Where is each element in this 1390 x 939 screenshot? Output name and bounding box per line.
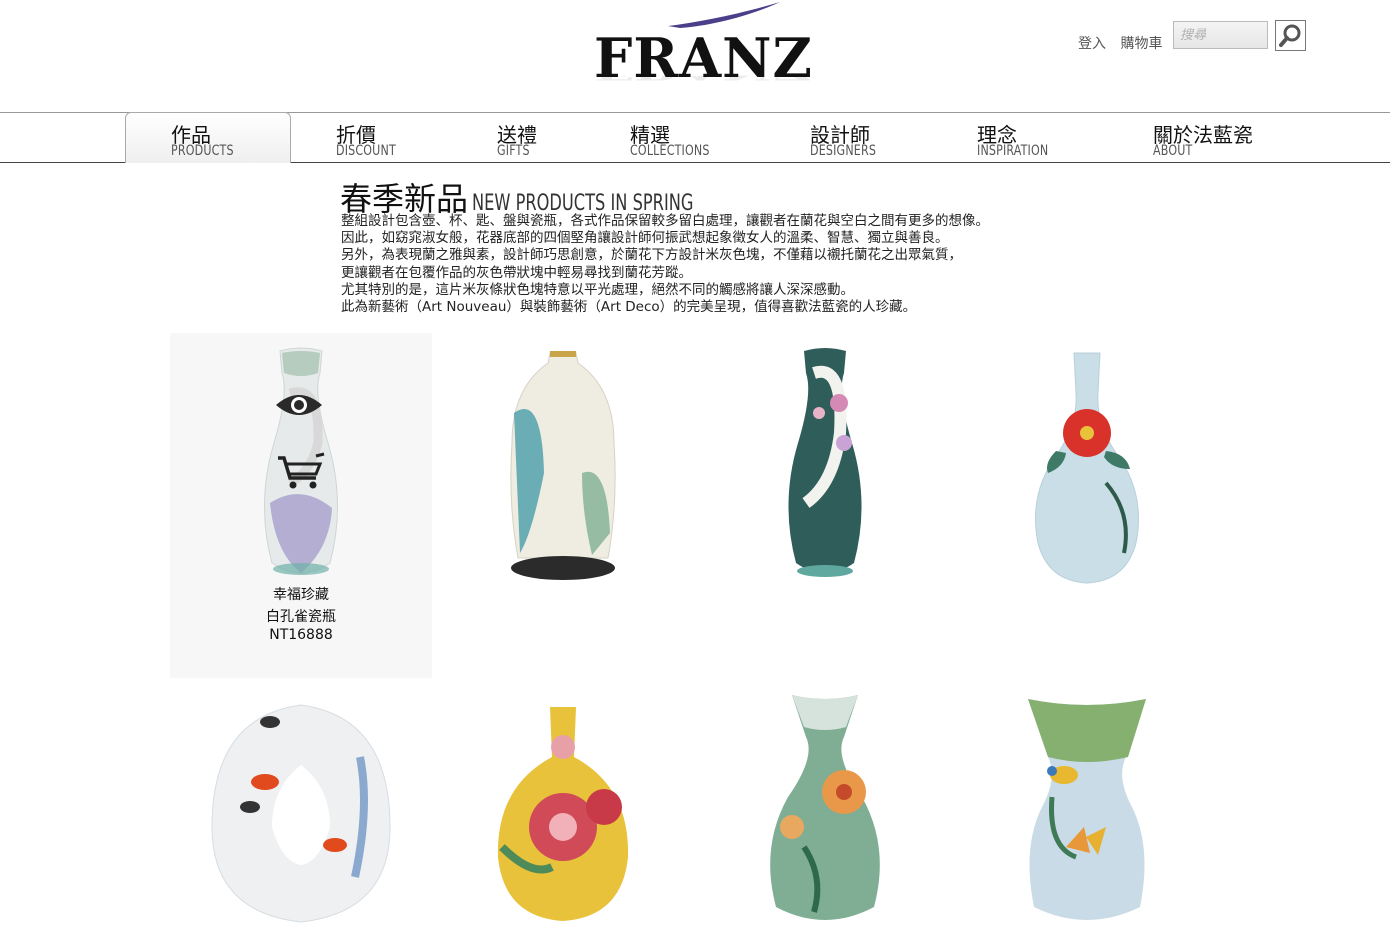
nav-label-en: GIFTS: [497, 143, 530, 159]
nav-products[interactable]: 作品 PRODUCTS: [125, 112, 291, 163]
search-input[interactable]: [1173, 21, 1268, 49]
nav-designers[interactable]: 設計師 DESIGNERS: [810, 113, 930, 163]
vase-image: [1035, 352, 1139, 584]
description-line: 更讓觀者在包覆作品的灰色帶狀塊中輕易尋找到蘭花芳蹤。: [341, 264, 692, 281]
vase-image: [497, 707, 629, 921]
description-line: 因此，如窈窕淑女般，花器底部的四個堅角讓設計師何振武想起象徵女人的溫柔、智慧、獨…: [341, 230, 949, 247]
nav-label-en: COLLECTIONS: [630, 143, 710, 159]
vase-image: [510, 351, 616, 580]
description-line: 尤其特別的是，這片米灰條狀色塊特意以平光處理，絕然不同的觸感將讓人深深感動。: [341, 281, 854, 298]
nav-label-en: PRODUCTS: [171, 143, 234, 159]
description-line: 整組設計包含壺、杯、匙、盤與瓷瓶，各式作品保留較多留白處理，讓觀者在蘭花與空白之…: [341, 213, 989, 229]
shopping-cart-icon[interactable]: [276, 450, 326, 490]
logo-reflection: FRANZ: [594, 76, 813, 84]
franz-logo[interactable]: FRANZ FRANZ: [590, 0, 813, 108]
cart-link[interactable]: 購物車: [1120, 36, 1162, 52]
product-card-landscape-vase[interactable]: [432, 333, 694, 595]
product-name[interactable]: 白孔雀瓷瓶: [170, 606, 432, 626]
product-price: NT16888: [269, 627, 333, 643]
nav-label-en: ABOUT: [1153, 143, 1193, 159]
product-card-bird-butterfly-vase[interactable]: [956, 677, 1218, 939]
product-card-peacock-teal-vase[interactable]: [694, 333, 956, 595]
nav-inspiration[interactable]: 理念 INSPIRATION: [977, 113, 1107, 163]
magnifier-icon: [1279, 24, 1301, 47]
product-card-peony-green-vase[interactable]: [694, 677, 956, 939]
account-links: 登入 購物車: [1078, 33, 1172, 53]
search-button[interactable]: [1275, 20, 1306, 51]
nav-collections[interactable]: 精選 COLLECTIONS: [630, 113, 760, 163]
site-header: FRANZ FRANZ 登入 購物車: [0, 0, 1390, 112]
nav-about[interactable]: 關於法藍瓷 ABOUT: [1153, 113, 1283, 163]
nav-discount[interactable]: 折價 DISCOUNT: [336, 113, 446, 163]
product-card-peony-yellow-vase[interactable]: [432, 677, 694, 939]
vase-image: [770, 695, 880, 920]
vase-image: [1028, 699, 1146, 920]
product-collection: 幸福珍藏: [273, 587, 329, 603]
vase-image: [211, 704, 391, 923]
product-card-red-camellia-vase[interactable]: [956, 333, 1218, 595]
section-description: 整組設計包含壺、杯、匙、盤與瓷瓶，各式作品保留較多留白處理，讓觀者在蘭花與空白之…: [341, 213, 1041, 316]
nav-gifts[interactable]: 送禮 GIFTS: [497, 113, 587, 163]
vase-image: [788, 348, 862, 577]
main-nav: 作品 PRODUCTS 折價 DISCOUNT 送禮 GIFTS 精選 COLL…: [0, 112, 1390, 163]
nav-label-en: DISCOUNT: [336, 143, 396, 159]
nav-label-en: DESIGNERS: [810, 143, 877, 159]
nav-label-en: INSPIRATION: [977, 143, 1049, 159]
description-line: 此為新藝術（Art Nouveau）與裝飾藝術（Art Deco）的完美呈現，值…: [341, 299, 917, 316]
login-link[interactable]: 登入: [1078, 36, 1106, 52]
product-card-goldfish-ring-vase[interactable]: [170, 677, 432, 939]
description-line: 另外，為表現蘭之雅與素，設計師巧思創意，於蘭花下方設計米灰色塊，不僅藉以襯托蘭花…: [341, 247, 962, 264]
eye-icon[interactable]: [274, 390, 324, 420]
